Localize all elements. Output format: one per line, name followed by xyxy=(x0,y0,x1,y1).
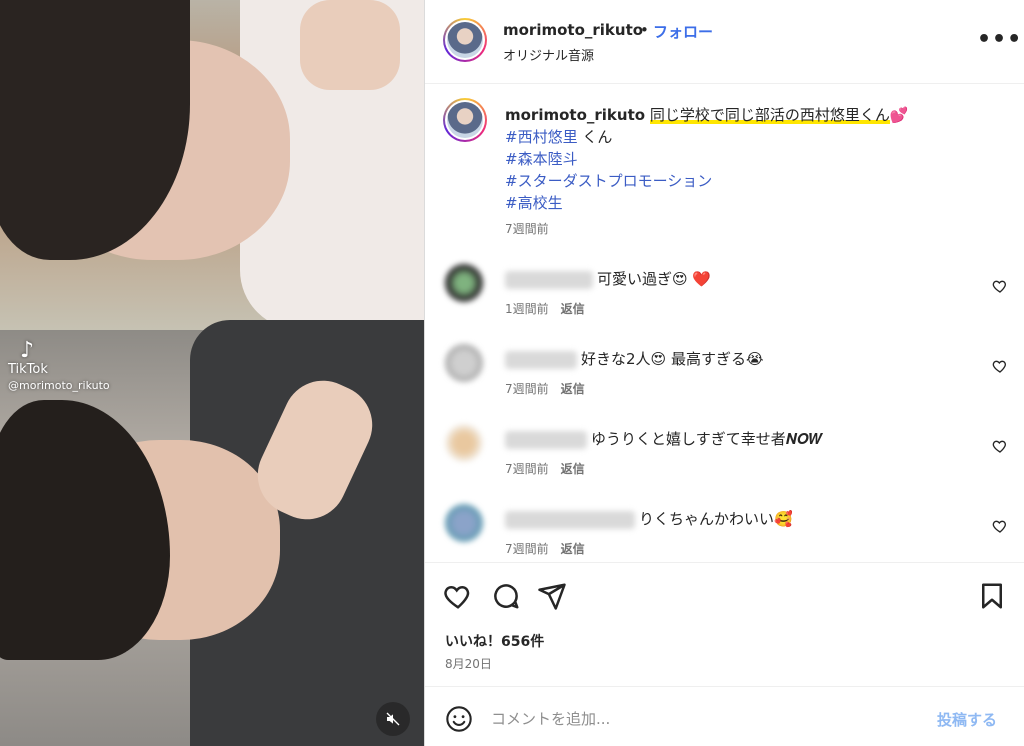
comment-body: ゆうりくと嬉しすぎて幸せ者𝑵𝑶𝑾 xyxy=(505,428,822,449)
like-comment-icon[interactable] xyxy=(992,438,1008,454)
caption-emoji: 💕 xyxy=(889,106,909,124)
audio-link[interactable]: オリジナル音源 xyxy=(503,45,594,64)
commenter-username-blurred[interactable] xyxy=(505,510,635,529)
comment-text: ゆうりくと嬉しすぎて幸せ者𝑵𝑶𝑾 xyxy=(591,430,823,448)
comment-meta: 7週間前 返信 xyxy=(505,540,585,557)
like-comment-icon[interactable] xyxy=(992,358,1008,374)
comment-text: りくちゃんかわいい🥰 xyxy=(639,510,793,528)
comment-composer: 投稿する xyxy=(425,686,1024,746)
comment-bubble-icon[interactable] xyxy=(491,581,521,611)
hashtag-line: #西村悠里 くん xyxy=(505,126,1005,148)
share-send-icon[interactable] xyxy=(537,581,567,611)
post-date[interactable]: 8月20日 xyxy=(445,655,492,672)
comment-item: 可愛い過ぎ😍 ❤️ 1週間前 返信 xyxy=(425,262,1024,332)
reply-button[interactable]: 返信 xyxy=(561,462,585,476)
comment-input[interactable] xyxy=(491,705,921,733)
tiktok-handle: @morimoto_rikuto xyxy=(8,379,110,392)
hashtag-link[interactable]: #高校生 xyxy=(505,192,1005,214)
instagram-post: ♪ TikTok @morimoto_rikuto morimoto_rikut… xyxy=(0,0,1024,746)
mute-button[interactable] xyxy=(376,702,410,736)
post-caption: morimoto_rikuto 同じ学校で同じ部活の西村悠里くん💕 #西村悠里 … xyxy=(505,104,1005,240)
comment-text: 好きな2人😍 最高すぎる😭 xyxy=(581,350,764,368)
commenter-avatar[interactable] xyxy=(445,424,483,462)
emoji-icon[interactable] xyxy=(445,705,473,733)
reply-button[interactable]: 返信 xyxy=(561,382,585,396)
tiktok-watermark: ♪ TikTok @morimoto_rikuto xyxy=(8,338,110,393)
caption-highlight: 同じ学校で同じ部活の西村悠里くん xyxy=(649,106,890,124)
reply-button[interactable]: 返信 xyxy=(561,302,585,316)
hashtag-suffix: くん xyxy=(577,128,613,146)
comment-body: りくちゃんかわいい🥰 xyxy=(505,508,793,529)
tiktok-icon: ♪ xyxy=(20,338,35,363)
post-panel: morimoto_rikuto • フォロー オリジナル音源 ••• morim… xyxy=(424,0,1024,746)
comment-text: 可愛い過ぎ😍 ❤️ xyxy=(597,270,712,288)
post-actions: いいね！656件 8月20日 xyxy=(425,562,1024,686)
author-username[interactable]: morimoto_rikuto xyxy=(503,21,643,39)
comment-item: 好きな2人😍 最高すぎる😭 7週間前 返信 xyxy=(425,342,1024,412)
hashtag-link[interactable]: #森本陸斗 xyxy=(505,148,1005,170)
more-options-icon[interactable]: ••• xyxy=(977,29,1022,51)
comment-time[interactable]: 1週間前 xyxy=(505,302,549,316)
caption-avatar[interactable] xyxy=(443,98,487,142)
like-comment-icon[interactable] xyxy=(992,278,1008,294)
like-comment-icon[interactable] xyxy=(992,518,1008,534)
reply-button[interactable]: 返信 xyxy=(561,542,585,556)
like-heart-icon[interactable] xyxy=(443,581,473,611)
post-header: morimoto_rikuto • フォロー オリジナル音源 ••• xyxy=(425,0,1024,84)
commenter-username-blurred[interactable] xyxy=(505,350,577,369)
post-comment-button[interactable]: 投稿する xyxy=(937,709,997,730)
hashtag-link[interactable]: #西村悠里 xyxy=(505,128,578,146)
comment-time[interactable]: 7週間前 xyxy=(505,462,549,476)
header-separator: • xyxy=(640,21,649,39)
like-count[interactable]: いいね！656件 xyxy=(445,631,544,651)
caption-time[interactable]: 7週間前 xyxy=(505,218,1005,240)
video-figure xyxy=(300,0,400,90)
commenter-avatar[interactable] xyxy=(445,344,483,382)
author-avatar[interactable] xyxy=(443,18,487,62)
commenter-username-blurred[interactable] xyxy=(505,430,587,449)
commenter-username-blurred[interactable] xyxy=(505,270,593,289)
tiktok-label: TikTok xyxy=(8,362,48,377)
comment-meta: 7週間前 返信 xyxy=(505,460,585,477)
follow-button[interactable]: フォロー xyxy=(653,21,713,42)
comment-meta: 1週間前 返信 xyxy=(505,300,585,317)
post-video[interactable]: ♪ TikTok @morimoto_rikuto xyxy=(0,0,424,746)
comment-body: 好きな2人😍 最高すぎる😭 xyxy=(505,348,763,369)
bookmark-icon[interactable] xyxy=(977,581,1007,611)
comment-time[interactable]: 7週間前 xyxy=(505,382,549,396)
caption-username[interactable]: morimoto_rikuto xyxy=(505,106,645,124)
comment-meta: 7週間前 返信 xyxy=(505,380,585,397)
comment-time[interactable]: 7週間前 xyxy=(505,542,549,556)
hashtag-link[interactable]: #スターダストプロモーション xyxy=(505,170,1005,192)
speaker-muted-icon xyxy=(386,712,400,726)
commenter-avatar[interactable] xyxy=(445,264,483,302)
comment-body: 可愛い過ぎ😍 ❤️ xyxy=(505,268,711,289)
commenter-avatar[interactable] xyxy=(445,504,483,542)
comment-item: ゆうりくと嬉しすぎて幸せ者𝑵𝑶𝑾 7週間前 返信 xyxy=(425,422,1024,492)
